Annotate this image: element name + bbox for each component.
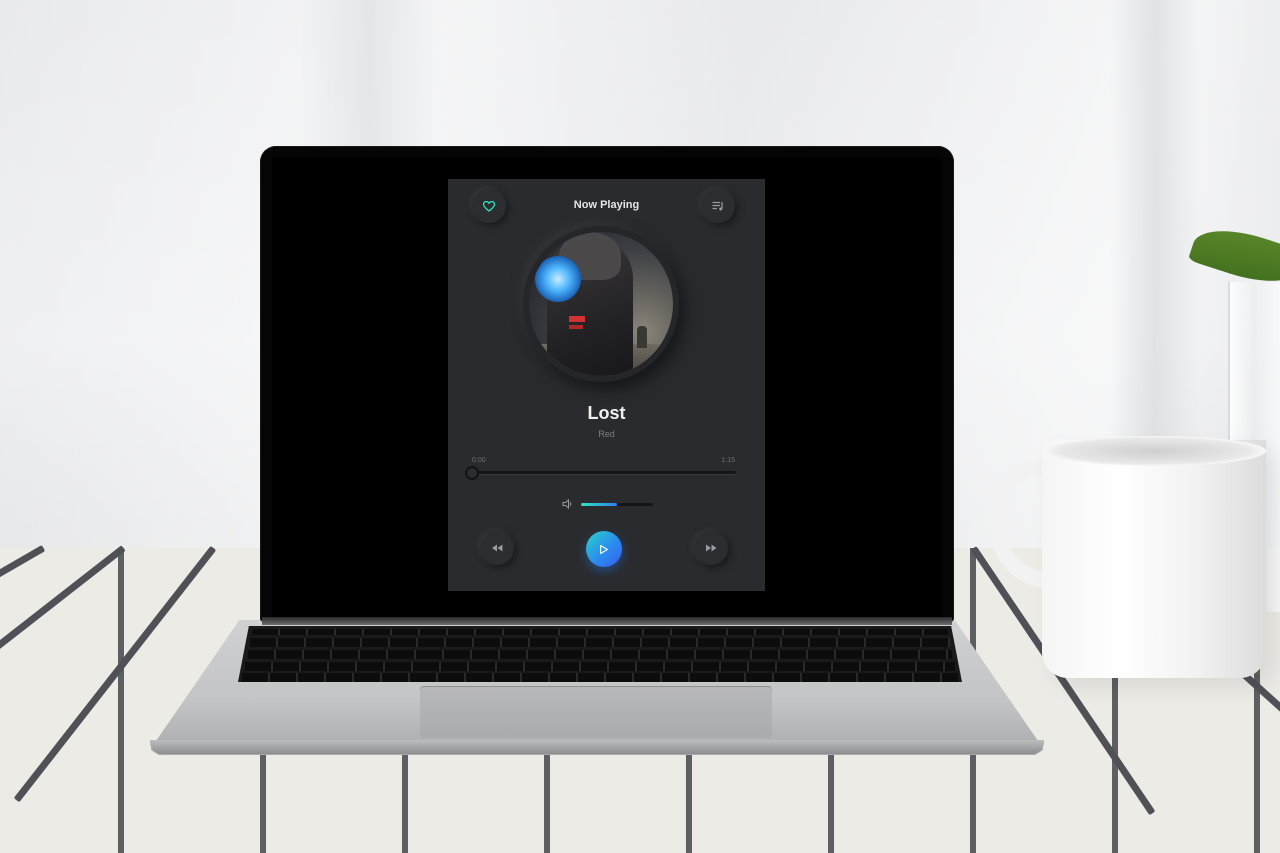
album-art-distant-figure: [637, 326, 647, 348]
volume-icon[interactable]: [562, 498, 574, 510]
laptop-hinge: [262, 617, 952, 625]
volume-slider[interactable]: [581, 503, 653, 506]
play-icon: [600, 544, 608, 554]
rewind-button[interactable]: [480, 531, 514, 565]
total-time: 1:15: [721, 457, 735, 464]
coffee-mug: [1042, 440, 1266, 678]
progress-bar[interactable]: [465, 466, 736, 480]
key-row: [245, 662, 955, 671]
album-art: [529, 232, 673, 376]
volume-level: [581, 503, 617, 506]
key-row: [252, 629, 948, 635]
album-art-detail: [569, 325, 583, 329]
trackpad: [420, 686, 772, 738]
fast-forward-button[interactable]: [694, 531, 728, 565]
key-row: [250, 638, 950, 647]
rewind-icon: [491, 544, 502, 552]
album-art-detail: [569, 316, 585, 322]
mug-rim: [1042, 436, 1266, 466]
fast-forward-icon: [705, 544, 716, 552]
play-button[interactable]: [586, 531, 622, 567]
album-art-glow: [535, 256, 581, 302]
playlist-button[interactable]: [701, 189, 735, 223]
elapsed-time: 0:00: [472, 457, 486, 464]
key-row: [248, 650, 952, 659]
playlist-icon: [712, 201, 723, 211]
artist-name: Red: [598, 429, 615, 439]
music-player: Now Playing Lost Red 0:00 1:15: [448, 179, 765, 591]
laptop-keyboard: [238, 626, 962, 682]
laptop-front-edge: [150, 740, 1044, 754]
key-row: [242, 673, 958, 682]
song-title: Lost: [587, 403, 626, 423]
album-art-frame: [523, 226, 679, 382]
progress-handle[interactable]: [465, 466, 479, 480]
